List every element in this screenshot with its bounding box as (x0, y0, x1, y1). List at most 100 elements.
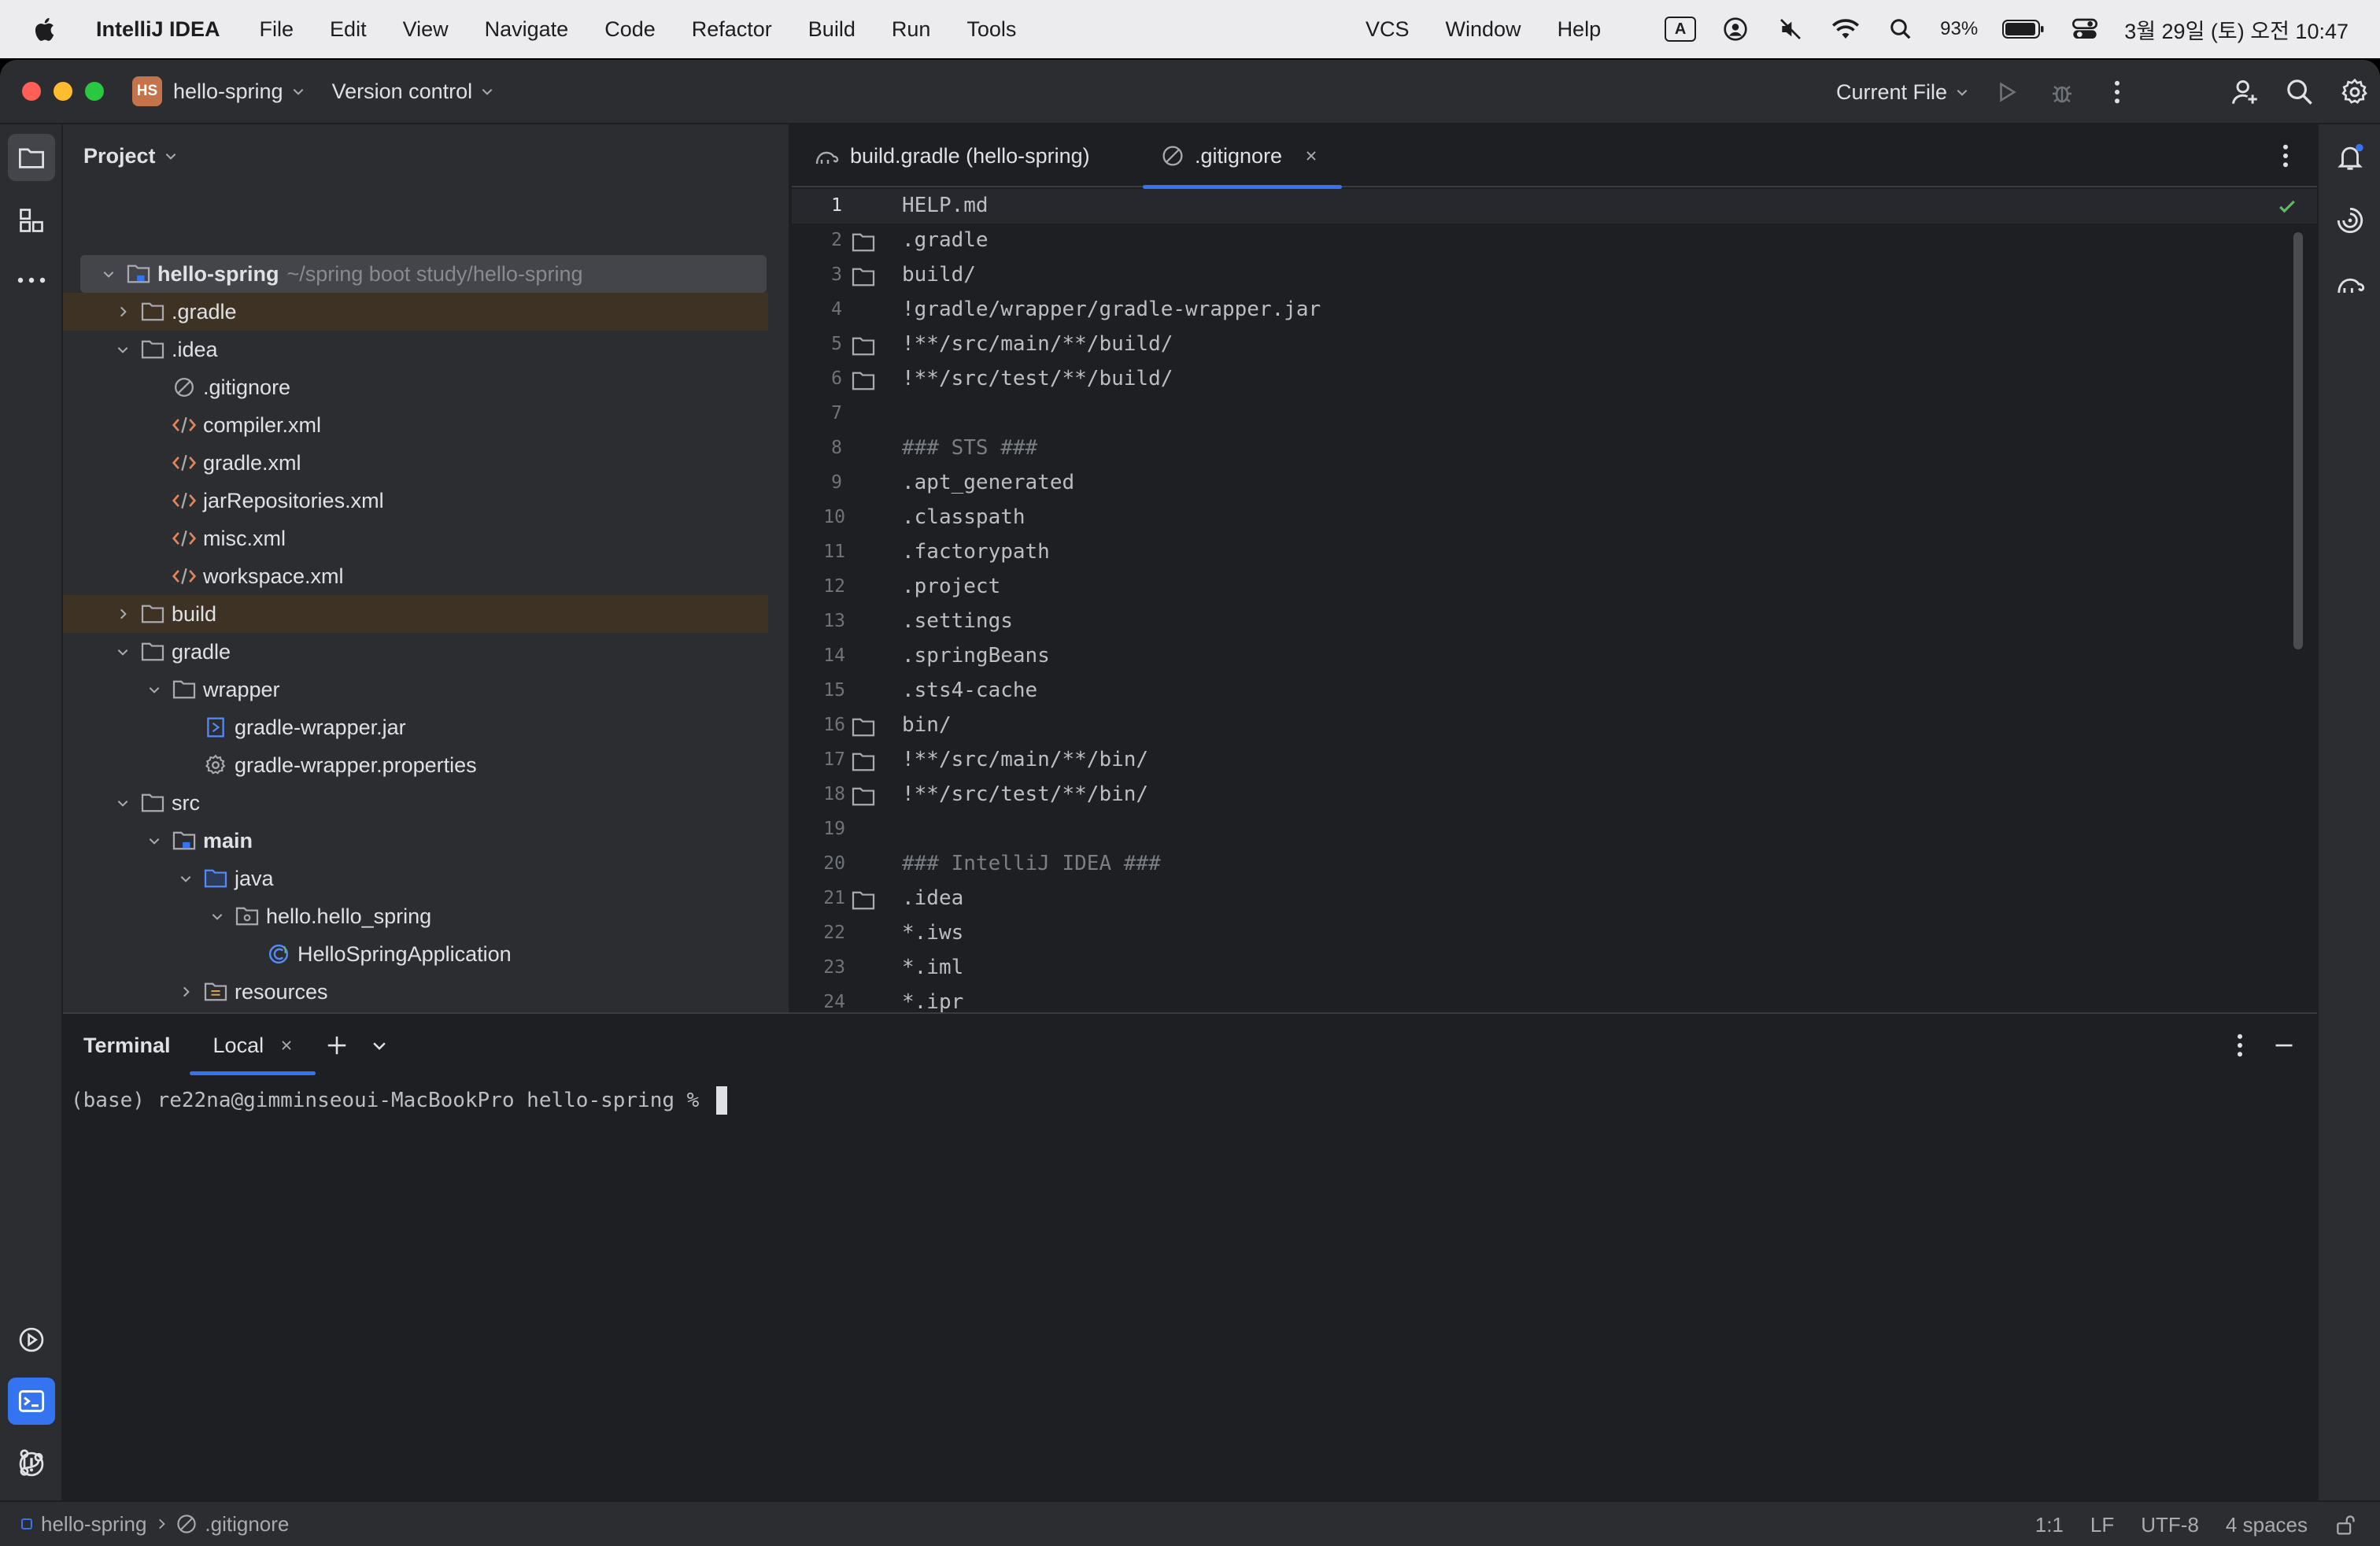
project-selector[interactable]: hello-spring (173, 80, 305, 104)
indent-widget[interactable]: 4 spaces (2226, 1513, 2308, 1537)
code-line[interactable]: .project (902, 575, 1000, 598)
menu-navigate[interactable]: Navigate (485, 17, 569, 42)
spotlight-search-icon[interactable] (1885, 13, 1916, 45)
tab-gitignore[interactable]: .gitignore (1142, 124, 1343, 189)
settings-button[interactable] (2338, 75, 2372, 109)
menu-file[interactable]: File (260, 17, 294, 42)
tree-item[interactable]: compiler.xml (63, 406, 768, 444)
chevron-right-icon[interactable] (112, 301, 134, 323)
app-name-menu[interactable]: IntelliJ IDEA (96, 17, 220, 42)
clock[interactable]: 3월 29일 (토) 오전 10:47 (2124, 14, 2349, 45)
chevron-down-icon[interactable] (98, 263, 120, 285)
tree-item[interactable]: hello.hello_spring (63, 897, 768, 935)
code-line[interactable]: .apt_generated (902, 471, 1074, 494)
tree-item[interactable]: gradle (63, 633, 768, 671)
breadcrumb-file[interactable]: .gitignore (205, 1512, 289, 1537)
version-control-selector[interactable]: Version control (332, 80, 495, 104)
terminal-options-icon[interactable] (2237, 1034, 2243, 1057)
menu-window[interactable]: Window (1446, 17, 1521, 42)
chevron-down-icon[interactable] (112, 792, 134, 814)
code-line[interactable]: .springBeans (902, 644, 1050, 668)
chevron-right-icon[interactable] (175, 981, 197, 1003)
code-line[interactable]: *.iws (902, 921, 963, 945)
line-separator-widget[interactable]: LF (2090, 1513, 2114, 1537)
tree-item[interactable]: .gitignore (63, 368, 768, 406)
tree-item[interactable]: java (63, 860, 768, 897)
minimize-window-button[interactable] (54, 82, 72, 101)
encoding-widget[interactable]: UTF-8 (2141, 1513, 2199, 1537)
menu-run[interactable]: Run (892, 17, 931, 42)
debug-button[interactable] (2045, 75, 2079, 109)
code-line[interactable]: !**/src/main/**/build/ (902, 332, 1173, 356)
more-actions-button[interactable] (2100, 75, 2134, 109)
chevron-down-icon[interactable] (143, 679, 165, 701)
editor-scrollbar[interactable] (2293, 232, 2303, 649)
tree-item[interactable]: misc.xml (63, 520, 768, 557)
chevron-down-icon[interactable] (143, 830, 165, 852)
ai-assistant-button[interactable] (2326, 197, 2374, 244)
tree-item[interactable]: .idea (63, 331, 768, 368)
tree-item[interactable]: resources (63, 973, 768, 1011)
tree-item[interactable]: .gradle (63, 293, 768, 331)
menu-vcs[interactable]: VCS (1366, 17, 1410, 42)
code-line[interactable]: !**/src/test/**/build/ (902, 367, 1173, 390)
menu-help[interactable]: Help (1558, 17, 1602, 42)
structure-tool-button[interactable] (8, 197, 55, 244)
menu-refactor[interactable]: Refactor (692, 17, 772, 42)
tree-item[interactable]: gradle.xml (63, 444, 768, 482)
tree-item[interactable]: gradle-wrapper.jar (63, 708, 768, 746)
caret-position-widget[interactable]: 1:1 (2035, 1513, 2064, 1537)
tree-root-row[interactable]: hello-spring ~/spring boot study/hello-s… (80, 255, 767, 293)
tree-item[interactable]: wrapper (63, 671, 768, 708)
close-icon[interactable] (279, 1038, 294, 1052)
menu-tools[interactable]: Tools (966, 17, 1016, 42)
code-line[interactable]: *.ipr (902, 990, 963, 1014)
unlock-icon[interactable] (2334, 1514, 2356, 1536)
code-line[interactable]: .factorypath (902, 540, 1050, 564)
tree-item[interactable]: src (63, 784, 768, 822)
menu-build[interactable]: Build (808, 17, 856, 42)
search-everywhere-button[interactable] (2282, 75, 2317, 109)
more-tool-windows-button[interactable] (8, 257, 55, 304)
code-line[interactable]: .classpath (902, 505, 1026, 529)
chevron-right-icon[interactable] (112, 603, 134, 625)
notifications-button[interactable] (2326, 134, 2374, 181)
chevron-down-icon[interactable] (206, 905, 228, 927)
project-panel-header[interactable]: Project (63, 124, 789, 187)
terminal-tab-local[interactable]: Local (189, 1034, 316, 1075)
tree-item[interactable]: main (63, 822, 768, 860)
no-problems-check-icon[interactable] (2276, 195, 2298, 217)
tab-build-gradle[interactable]: build.gradle (hello-spring) (814, 124, 1090, 187)
code-line[interactable]: !**/src/test/**/bin/ (902, 782, 1148, 806)
code-line[interactable]: build/ (902, 263, 976, 287)
tree-item[interactable]: build (63, 595, 768, 633)
tree-item[interactable]: jarRepositories.xml (63, 482, 768, 520)
close-window-button[interactable] (22, 82, 41, 101)
chevron-down-icon[interactable] (112, 338, 134, 361)
code-line[interactable]: .gradle (902, 228, 989, 252)
maximize-window-button[interactable] (85, 82, 104, 101)
code-line[interactable]: *.iml (902, 956, 963, 979)
run-configuration-selector[interactable]: Current File (1836, 80, 1969, 105)
input-source-icon[interactable]: A (1665, 13, 1697, 45)
menu-code[interactable]: Code (604, 17, 656, 42)
code-line[interactable]: !**/src/main/**/bin/ (902, 748, 1148, 771)
code-line[interactable]: ### IntelliJ IDEA ### (902, 852, 1161, 875)
menu-view[interactable]: View (403, 17, 449, 42)
new-terminal-tab-icon[interactable] (325, 1034, 349, 1057)
tree-item[interactable]: gradle-wrapper.properties (63, 746, 768, 784)
project-tool-button[interactable] (8, 134, 55, 181)
git-tool-button[interactable] (8, 1439, 55, 1486)
code-area[interactable]: 1 HELP.md 2 .gradle 3 build/4 !gradle/wrapper/… (792, 189, 2319, 1074)
chevron-down-icon[interactable] (371, 1037, 388, 1054)
run-button[interactable] (1990, 75, 2024, 109)
code-line[interactable]: ### STS ### (902, 436, 1037, 460)
services-tool-button[interactable] (8, 1316, 55, 1363)
code-line[interactable]: bin/ (902, 713, 952, 737)
gradle-tool-button[interactable] (2326, 260, 2374, 307)
code-line[interactable]: .settings (902, 609, 1013, 633)
battery-icon[interactable] (2001, 13, 2046, 45)
breadcrumb-project[interactable]: hello-spring (41, 1512, 146, 1537)
chevron-down-icon[interactable] (112, 641, 134, 663)
apple-logo-icon[interactable] (31, 15, 60, 43)
